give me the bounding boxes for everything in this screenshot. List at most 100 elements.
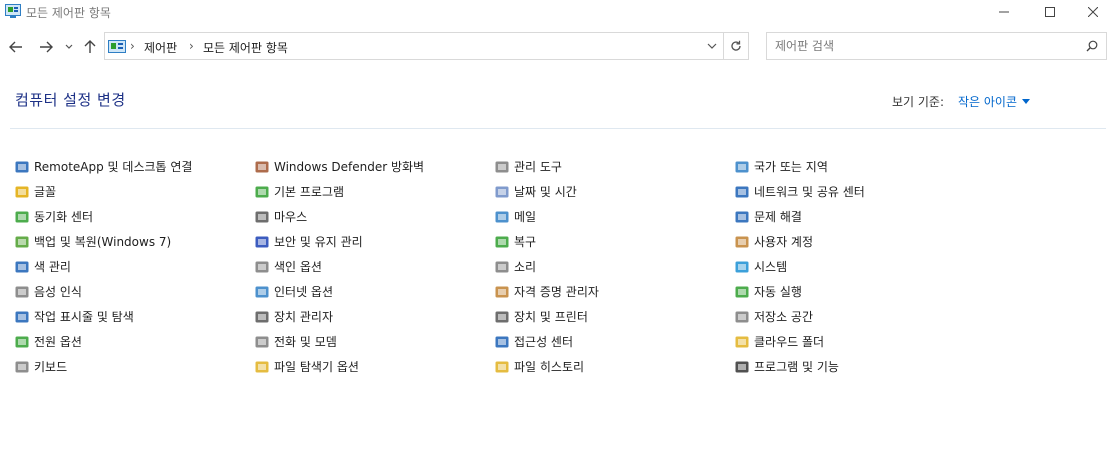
control-panel-item-label: 복구 (514, 235, 537, 249)
folder-options-icon (255, 361, 269, 372)
back-button[interactable] (6, 32, 26, 62)
control-panel-item-label: 기본 프로그램 (274, 185, 345, 199)
control-panel-item-label: 소리 (514, 260, 537, 274)
up-button[interactable] (80, 32, 100, 62)
recovery-icon (495, 236, 509, 247)
control-panel-item[interactable]: 클라우드 폴더 (734, 329, 974, 354)
control-panel-item-label: 메일 (514, 210, 537, 224)
control-panel-item[interactable]: 인터넷 옵션 (254, 279, 494, 304)
items-column-4: 국가 또는 지역 네트워크 및 공유 센터 문제 해결 사용자 계정 시스템자동 실행저… (734, 154, 974, 379)
view-by-value: 작은 아이콘 (958, 95, 1018, 109)
control-panel-item[interactable]: 백업 및 복원(Windows 7) (14, 229, 254, 254)
control-panel-icon (108, 40, 126, 53)
control-panel-item-label: 전화 및 모뎀 (274, 335, 337, 349)
breadcrumb-item[interactable]: 모든 제어판 항목 (203, 39, 288, 56)
breadcrumb-separator: › (189, 39, 194, 53)
control-panel-item-label: 마우스 (274, 210, 308, 224)
control-panel-item[interactable]: 문제 해결 (734, 204, 974, 229)
control-panel-item[interactable]: 장치 관리자 (254, 304, 494, 329)
control-panel-item[interactable]: 자격 증명 관리자 (494, 279, 734, 304)
minimize-button[interactable] (981, 0, 1027, 24)
arrow-up-icon (84, 40, 96, 53)
control-panel-item[interactable]: 파일 탐색기 옵션 (254, 354, 494, 379)
control-panel-item[interactable]: RemoteApp 및 데스크톱 연결 (14, 154, 254, 179)
control-panel-item[interactable]: 보안 및 유지 관리 (254, 229, 494, 254)
control-panel-item[interactable]: 프로그램 및 기능 (734, 354, 974, 379)
control-panel-item[interactable]: 소리 (494, 254, 734, 279)
control-panel-item[interactable]: 마우스 (254, 204, 494, 229)
maximize-icon (1045, 7, 1055, 17)
control-panel-item[interactable]: 키보드 (14, 354, 254, 379)
storage-icon (735, 311, 749, 322)
control-panel-item-label: 자격 증명 관리자 (514, 285, 599, 299)
control-panel-item-label: Windows Defender 방화벽 (274, 160, 425, 174)
control-panel-item-label: 보안 및 유지 관리 (274, 235, 363, 249)
autoplay-icon (735, 286, 749, 297)
control-panel-item[interactable]: Windows Defender 방화벽 (254, 154, 494, 179)
control-panel-item-label: 음성 인식 (34, 285, 82, 299)
address-bar[interactable]: › 제어판 › 모든 제어판 항목 (104, 32, 749, 60)
control-panel-item-label: 키보드 (34, 360, 68, 374)
color-management-icon (15, 261, 29, 272)
control-panel-item[interactable]: 글꼴 (14, 179, 254, 204)
font-icon (15, 186, 29, 197)
control-panel-item[interactable]: 관리 도구 (494, 154, 734, 179)
control-panel-item-label: 전원 옵션 (34, 335, 82, 349)
control-panel-item[interactable]: 음성 인식 (14, 279, 254, 304)
control-panel-item-label: 날짜 및 시간 (514, 185, 577, 199)
control-panel-item[interactable]: 메일 (494, 204, 734, 229)
control-panel-item[interactable]: 자동 실행 (734, 279, 974, 304)
maximize-button[interactable] (1027, 0, 1073, 24)
control-panel-item-label: 자동 실행 (754, 285, 802, 299)
file-history-icon (495, 361, 509, 372)
microphone-icon (15, 286, 29, 297)
programs-features-icon (735, 361, 749, 372)
control-panel-item[interactable]: 복구 (494, 229, 734, 254)
close-button[interactable] (1070, 0, 1116, 24)
refresh-button[interactable] (723, 33, 748, 59)
control-panel-item[interactable]: 네트워크 및 공유 센터 (734, 179, 974, 204)
flag-icon (255, 236, 269, 247)
control-panel-item[interactable]: 동기화 센터 (14, 204, 254, 229)
control-panel-item[interactable]: 색인 옵션 (254, 254, 494, 279)
mail-icon (495, 211, 509, 222)
control-panel-item-label: 프로그램 및 기능 (754, 360, 839, 374)
search-box[interactable] (766, 32, 1107, 60)
control-panel-item[interactable]: 장치 및 프린터 (494, 304, 734, 329)
control-panel-item[interactable]: 전원 옵션 (14, 329, 254, 354)
control-panel-item[interactable]: 작업 표시줄 및 탐색 (14, 304, 254, 329)
network-icon (735, 186, 749, 197)
address-history-button[interactable] (700, 33, 724, 59)
items-column-1: RemoteApp 및 데스크톱 연결 글꼴 동기화 센터 백업 및 복원(Windo… (14, 154, 254, 379)
user-accounts-icon (735, 236, 749, 247)
control-panel-item[interactable]: 색 관리 (14, 254, 254, 279)
breadcrumb-item[interactable]: 제어판 (144, 39, 177, 56)
control-panel-item[interactable]: 접근성 센터 (494, 329, 734, 354)
view-by-label: 보기 기준: (892, 95, 945, 109)
arrow-left-icon (9, 41, 22, 53)
view-by-dropdown[interactable]: 작은 아이콘 (958, 93, 1031, 110)
forward-button[interactable] (36, 32, 56, 62)
control-panel-item[interactable]: 날짜 및 시간 (494, 179, 734, 204)
search-input[interactable] (775, 38, 1075, 54)
control-panel-item[interactable]: 파일 히스토리 (494, 354, 734, 379)
control-panel-item[interactable]: 전화 및 모뎀 (254, 329, 494, 354)
control-panel-item-label: 색 관리 (34, 260, 71, 274)
control-panel-item[interactable]: 사용자 계정 (734, 229, 974, 254)
control-panel-item[interactable]: 국가 또는 지역 (734, 154, 974, 179)
credential-icon (495, 286, 509, 297)
recent-locations-button[interactable] (62, 32, 76, 62)
default-programs-icon (255, 186, 269, 197)
control-panel-item[interactable]: 시스템 (734, 254, 974, 279)
chevron-down-icon (707, 43, 717, 49)
control-panel-item[interactable]: 기본 프로그램 (254, 179, 494, 204)
cloud-folder-icon (735, 336, 749, 347)
search-icon[interactable] (1086, 40, 1098, 52)
minimize-icon (999, 11, 1009, 13)
device-manager-icon (255, 311, 269, 322)
close-icon (1088, 7, 1098, 17)
refresh-icon (731, 40, 741, 51)
caret-down-icon (1022, 99, 1031, 104)
control-panel-item[interactable]: 저장소 공간 (734, 304, 974, 329)
control-panel-item-label: 관리 도구 (514, 160, 562, 174)
